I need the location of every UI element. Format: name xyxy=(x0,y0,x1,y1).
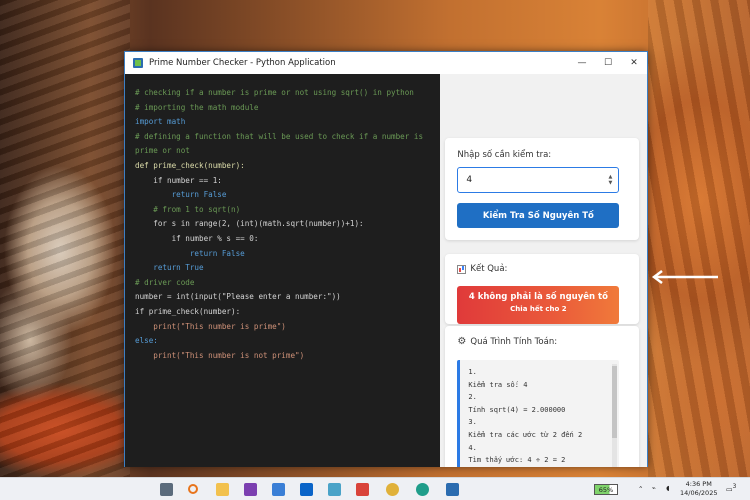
scrollbar[interactable] xyxy=(612,364,618,467)
code-line: # importing the math module xyxy=(135,102,259,112)
snipping-tool-icon[interactable] xyxy=(272,483,285,496)
outlook-icon[interactable] xyxy=(300,483,313,496)
code-line: return False xyxy=(135,190,227,200)
code-line: else: xyxy=(135,336,158,346)
result-box: 4 không phải là số nguyên tố Chia hết ch… xyxy=(457,286,620,324)
result-main-text: 4 không phải là số nguyên tố xyxy=(468,292,608,302)
gear-icon: ⚙ xyxy=(457,336,467,347)
code-line: def prime_check(number): xyxy=(135,160,245,170)
log-line: 4. xyxy=(468,443,477,452)
input-label: Nhập số cần kiểm tra: xyxy=(457,150,552,160)
maximize-button[interactable]: ☐ xyxy=(595,58,621,68)
chevron-up-icon[interactable]: ⌃ xyxy=(638,485,643,493)
code-line: if number % s == 0: xyxy=(135,233,259,243)
scrollbar-thumb[interactable] xyxy=(612,366,618,438)
log-line: Tìm thấy ước: 4 ÷ 2 = 2 xyxy=(468,456,566,465)
log-line: Kiểm tra các ước từ 2 đến 2 xyxy=(468,430,583,439)
chrome-icon[interactable] xyxy=(386,483,399,496)
code-line: return True xyxy=(135,263,204,273)
close-button[interactable]: ✕ xyxy=(621,58,647,68)
number-input-value: 4 xyxy=(466,175,473,185)
python-app-icon[interactable] xyxy=(446,483,459,496)
result-sub-text: Chia hết cho 2 xyxy=(510,305,567,313)
app-icon-green[interactable] xyxy=(356,483,369,496)
check-prime-button[interactable]: Kiểm Tra Số Nguyên Tố xyxy=(457,203,620,228)
file-explorer-icon[interactable] xyxy=(216,483,229,496)
checker-panel: Nhập số cần kiểm tra: 4 ▲ ▼ Kiểm Tra Số N… xyxy=(440,74,647,467)
minimize-button[interactable]: — xyxy=(569,58,595,68)
notification-icon[interactable]: ▭3 xyxy=(726,484,736,493)
app-window: Prime Number Checker - Python Applicatio… xyxy=(124,51,648,467)
code-line: import math xyxy=(135,117,186,127)
code-line: # defining a function that will be used … xyxy=(135,131,424,141)
log-line: 3. xyxy=(468,418,477,427)
code-line: return False xyxy=(135,248,245,258)
code-panel: # checking if a number is prime or not u… xyxy=(125,74,441,467)
bar-chart-icon xyxy=(457,264,467,274)
search-icon[interactable] xyxy=(188,484,198,494)
network-icon[interactable]: ⌁ xyxy=(652,484,656,492)
app-icon-teal[interactable] xyxy=(328,483,341,496)
window-title: Prime Number Checker - Python Applicatio… xyxy=(149,58,336,68)
annotation-arrow-icon xyxy=(651,270,718,284)
code-line: if prime_check(number): xyxy=(135,306,241,316)
spinner-icon[interactable]: ▲ ▼ xyxy=(609,174,613,186)
code-line: # from 1 to sqrt(n) xyxy=(135,204,241,214)
process-card: ⚙ Quá Trình Tính Toán: 1. Kiểm tra số: 4… xyxy=(445,326,640,467)
code-line: print("This number is prime") xyxy=(135,321,286,331)
battery-indicator[interactable]: 65% xyxy=(594,484,618,495)
input-card: Nhập số cần kiểm tra: 4 ▲ ▼ Kiểm Tra Số N… xyxy=(445,138,640,240)
code-line: number = int(input("Please enter a numbe… xyxy=(135,292,341,302)
process-title: Quá Trình Tính Toán: xyxy=(470,336,558,347)
clock[interactable]: 4:36 PM 14/06/2025 xyxy=(680,480,717,498)
result-title: Kết Quả: xyxy=(470,264,508,274)
code-line: # driver code xyxy=(135,277,195,287)
log-line: 1. xyxy=(468,368,477,376)
code-line: prime or not xyxy=(135,146,190,156)
onenote-icon[interactable] xyxy=(244,483,257,496)
log-line: 2. xyxy=(468,393,477,402)
app-icon xyxy=(133,58,143,68)
process-log[interactable]: 1. Kiểm tra số: 4 2. Tính sqrt(4) = 2.00… xyxy=(457,360,620,467)
edge-icon[interactable] xyxy=(416,483,429,496)
code-line: # checking if a number is prime or not u… xyxy=(135,88,414,97)
number-input[interactable]: 4 ▲ ▼ xyxy=(457,167,620,193)
log-line: Tính sqrt(4) = 2.000000 xyxy=(468,405,566,414)
taskbar: 65% ⌃ ⌁ ◖ 4:36 PM 14/06/2025 ▭3 xyxy=(0,477,750,500)
code-line: print("This number is not prime") xyxy=(135,350,305,360)
notification-count: 3 xyxy=(732,484,737,490)
title-bar[interactable]: Prime Number Checker - Python Applicatio… xyxy=(125,52,647,74)
volume-icon[interactable]: ◖ xyxy=(666,484,669,492)
calculator-icon[interactable] xyxy=(160,483,173,496)
code-line: for s in range(2, (int)(math.sqrt(number… xyxy=(135,219,364,229)
result-card: Kết Quả: 4 không phải là số nguyên tố Ch… xyxy=(445,254,640,324)
clock-date: 14/06/2025 xyxy=(680,489,718,497)
clock-time: 4:36 PM xyxy=(685,480,712,488)
log-line: Kiểm tra số: 4 xyxy=(468,380,528,389)
code-line: if number == 1: xyxy=(135,175,222,185)
